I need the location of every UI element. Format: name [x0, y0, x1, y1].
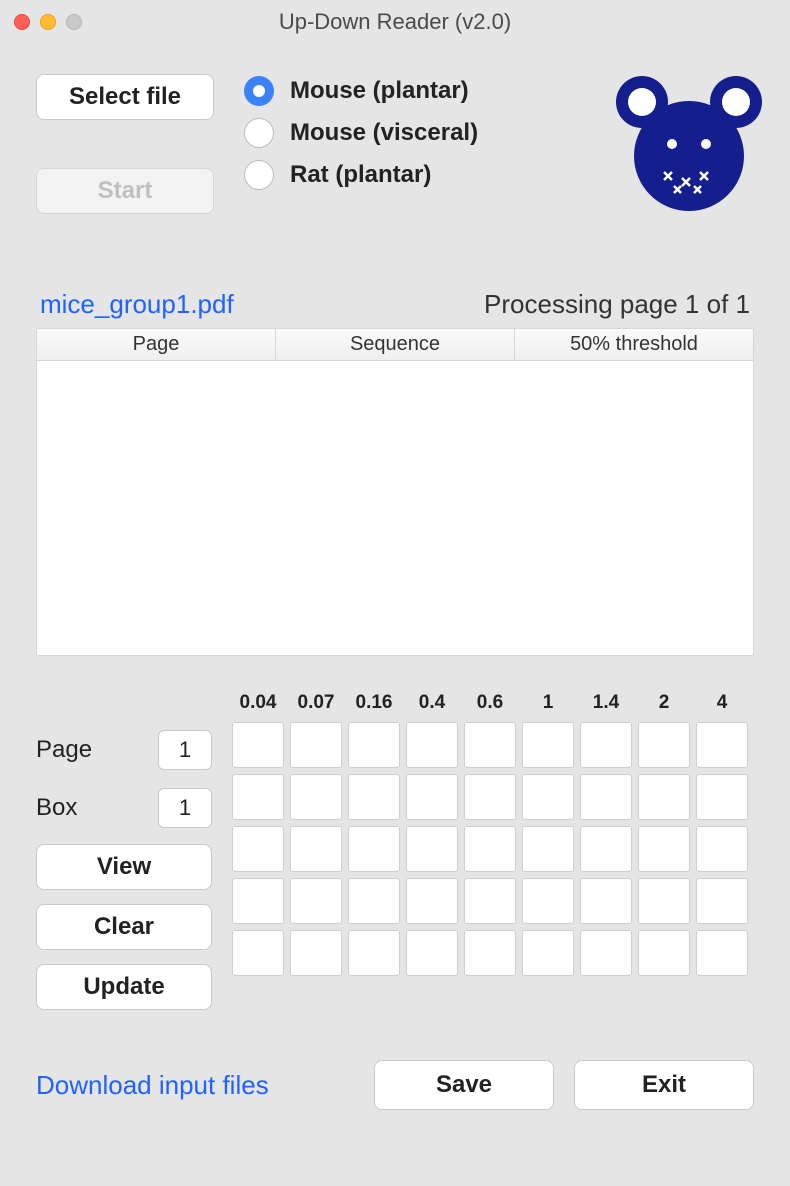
save-button[interactable]: Save — [374, 1060, 554, 1110]
grid-col-header: 0.04 — [232, 692, 284, 714]
start-button: Start — [36, 168, 214, 214]
grid-cell[interactable] — [232, 878, 284, 924]
grid-cell[interactable] — [580, 722, 632, 768]
grid-col-header: 4 — [696, 692, 748, 714]
grid-cell[interactable] — [522, 774, 574, 820]
grid-cell[interactable] — [406, 826, 458, 872]
radio-label: Mouse (plantar) — [290, 77, 469, 105]
grid-cell[interactable] — [406, 878, 458, 924]
radio-label: Rat (plantar) — [290, 161, 431, 189]
update-button[interactable]: Update — [36, 964, 212, 1010]
box-input[interactable] — [158, 788, 212, 828]
grid-cell[interactable] — [348, 930, 400, 976]
titlebar: Up-Down Reader (v2.0) — [0, 0, 790, 44]
grid-cell[interactable] — [464, 722, 516, 768]
grid-cell[interactable] — [406, 930, 458, 976]
grid-cell[interactable] — [580, 878, 632, 924]
grid-row — [232, 774, 754, 820]
radio-mouse-visceral[interactable]: Mouse (visceral) — [244, 118, 478, 148]
grid-col-header: 2 — [638, 692, 690, 714]
grid-cell[interactable] — [232, 826, 284, 872]
grid-cell[interactable] — [580, 774, 632, 820]
radio-label: Mouse (visceral) — [290, 119, 478, 147]
clear-button[interactable]: Clear — [36, 904, 212, 950]
grid-cell[interactable] — [464, 878, 516, 924]
column-page[interactable]: Page — [37, 329, 276, 360]
radio-unchecked-icon — [244, 118, 274, 148]
box-label: Box — [36, 794, 77, 822]
minimize-icon[interactable] — [40, 14, 56, 30]
grid-body — [232, 722, 754, 976]
grid-cell[interactable] — [232, 722, 284, 768]
grid-cell[interactable] — [696, 930, 748, 976]
results-table[interactable]: Page Sequence 50% threshold — [36, 328, 754, 656]
grid-cell[interactable] — [406, 722, 458, 768]
grid-row — [232, 878, 754, 924]
radio-rat-plantar[interactable]: Rat (plantar) — [244, 160, 478, 190]
grid-cell[interactable] — [464, 774, 516, 820]
grid-header: 0.04 0.07 0.16 0.4 0.6 1 1.4 24 — [232, 692, 754, 714]
grid-cell[interactable] — [232, 774, 284, 820]
grid-cell[interactable] — [522, 930, 574, 976]
grid-cell[interactable] — [580, 826, 632, 872]
grid-cell[interactable] — [522, 878, 574, 924]
grid-cell[interactable] — [290, 930, 342, 976]
radio-checked-icon — [244, 76, 274, 106]
traffic-lights — [14, 14, 82, 30]
species-radio-group: Mouse (plantar) Mouse (visceral) Rat (pl… — [244, 74, 478, 190]
grid-cell[interactable] — [638, 930, 690, 976]
filename-label: mice_group1.pdf — [40, 289, 234, 320]
grid-cell[interactable] — [696, 722, 748, 768]
grid-col-header: 0.6 — [464, 692, 516, 714]
table-header: Page Sequence 50% threshold — [37, 329, 753, 361]
mouse-logo-icon — [614, 74, 764, 219]
grid-cell[interactable] — [638, 826, 690, 872]
grid-cell[interactable] — [696, 774, 748, 820]
close-icon[interactable] — [14, 14, 30, 30]
grid-row — [232, 826, 754, 872]
column-threshold[interactable]: 50% threshold — [515, 329, 753, 360]
exit-button[interactable]: Exit — [574, 1060, 754, 1110]
grid-cell[interactable] — [638, 722, 690, 768]
grid-cell[interactable] — [696, 826, 748, 872]
radio-unchecked-icon — [244, 160, 274, 190]
page-input[interactable] — [158, 730, 212, 770]
view-button[interactable]: View — [36, 844, 212, 890]
grid-col-header: 1 — [522, 692, 574, 714]
grid-cell[interactable] — [464, 826, 516, 872]
grid-cell[interactable] — [232, 930, 284, 976]
column-sequence[interactable]: Sequence — [276, 329, 515, 360]
window-title: Up-Down Reader (v2.0) — [0, 9, 790, 35]
grid-cell[interactable] — [638, 774, 690, 820]
grid-cell[interactable] — [290, 722, 342, 768]
radio-mouse-plantar[interactable]: Mouse (plantar) — [244, 76, 478, 106]
maximize-icon — [66, 14, 82, 30]
grid-cell[interactable] — [638, 878, 690, 924]
processing-status: Processing page 1 of 1 — [484, 289, 750, 320]
grid-row — [232, 930, 754, 976]
grid-cell[interactable] — [464, 930, 516, 976]
page-label: Page — [36, 736, 92, 764]
grid-col-header: 1.4 — [580, 692, 632, 714]
grid-cell[interactable] — [290, 774, 342, 820]
grid-cell[interactable] — [522, 826, 574, 872]
grid-cell[interactable] — [348, 826, 400, 872]
download-link[interactable]: Download input files — [36, 1070, 269, 1101]
grid-cell[interactable] — [290, 826, 342, 872]
grid-cell[interactable] — [348, 878, 400, 924]
grid-cell[interactable] — [522, 722, 574, 768]
grid-row — [232, 722, 754, 768]
grid-col-header: 0.4 — [406, 692, 458, 714]
grid-cell[interactable] — [290, 878, 342, 924]
grid-cell[interactable] — [580, 930, 632, 976]
grid-col-header: 0.16 — [348, 692, 400, 714]
grid-cell[interactable] — [696, 878, 748, 924]
grid-cell[interactable] — [348, 722, 400, 768]
grid-col-header: 0.07 — [290, 692, 342, 714]
grid-cell[interactable] — [348, 774, 400, 820]
select-file-button[interactable]: Select file — [36, 74, 214, 120]
grid-cell[interactable] — [406, 774, 458, 820]
